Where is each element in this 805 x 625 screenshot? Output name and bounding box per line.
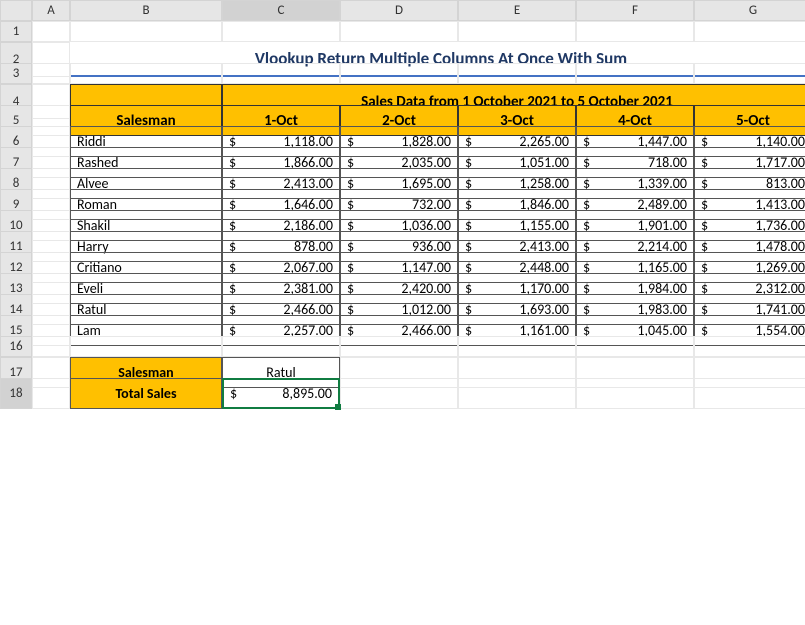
cell[interactable]: [576, 336, 694, 357]
select-all-corner[interactable]: [0, 0, 32, 21]
cell[interactable]: [340, 336, 458, 357]
cell[interactable]: [576, 378, 694, 409]
row-header-18[interactable]: 18: [0, 378, 32, 409]
cell[interactable]: [694, 378, 805, 409]
cell[interactable]: [458, 336, 576, 357]
cell[interactable]: [222, 21, 340, 42]
cell[interactable]: [340, 378, 458, 409]
lookup-total-value[interactable]: $8,895.00: [222, 378, 340, 409]
cell[interactable]: [32, 21, 70, 42]
cell[interactable]: [694, 336, 805, 357]
row-header-3[interactable]: 3: [0, 63, 32, 84]
cell[interactable]: [458, 378, 576, 409]
col-header-B[interactable]: B: [70, 0, 222, 21]
row-header-1[interactable]: 1: [0, 21, 32, 42]
row-header-16[interactable]: 16: [0, 336, 32, 357]
cell[interactable]: [70, 336, 222, 357]
cell[interactable]: [576, 21, 694, 42]
cell[interactable]: [694, 21, 805, 42]
col-header-G[interactable]: G: [694, 0, 805, 21]
cell[interactable]: [458, 63, 576, 84]
col-header-F[interactable]: F: [576, 0, 694, 21]
currency-symbol: $: [230, 385, 237, 402]
cell[interactable]: [694, 63, 805, 84]
cell[interactable]: [576, 63, 694, 84]
cell[interactable]: [70, 21, 222, 42]
fill-handle[interactable]: [335, 404, 341, 410]
cell[interactable]: [340, 21, 458, 42]
cell[interactable]: [222, 336, 340, 357]
money-value: $8,895.00: [230, 385, 332, 402]
cell[interactable]: [458, 21, 576, 42]
col-header-D[interactable]: D: [340, 0, 458, 21]
col-header-E[interactable]: E: [458, 0, 576, 21]
cell[interactable]: [32, 336, 70, 357]
col-header-C[interactable]: C: [222, 0, 340, 21]
cell[interactable]: [340, 63, 458, 84]
amount: 8,895.00: [282, 385, 332, 402]
lookup-total-label: Total Sales: [70, 378, 222, 409]
cell[interactable]: [222, 63, 340, 84]
col-header-A[interactable]: A: [32, 0, 70, 21]
cell[interactable]: [70, 63, 222, 84]
cell[interactable]: [32, 378, 70, 409]
cell[interactable]: [32, 63, 70, 84]
